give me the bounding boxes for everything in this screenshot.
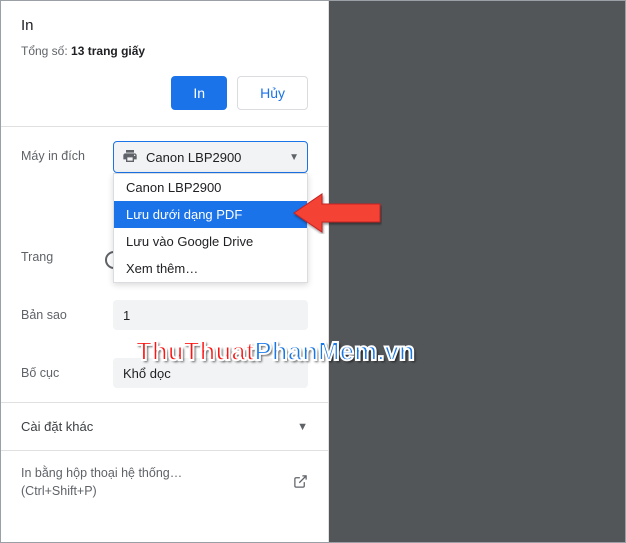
preview-area (329, 1, 625, 542)
panel-header: In Tổng số: 13 trang giấy (1, 1, 328, 70)
watermark: ThuThuatPhanMem.vn (136, 336, 415, 367)
dropdown-option-canon[interactable]: Canon LBP2900 (114, 174, 307, 201)
destination-label: Máy in đích (21, 141, 113, 163)
annotation-arrow (292, 192, 382, 237)
print-panel: In Tổng số: 13 trang giấy In Hủy Máy in … (1, 1, 329, 542)
window: In Tổng số: 13 trang giấy In Hủy Máy in … (0, 0, 626, 543)
total-value: 13 trang giấy (71, 44, 145, 58)
printer-icon (122, 148, 138, 167)
watermark-part1: ThuThuat (136, 336, 254, 366)
layout-value: Khổ dọc (123, 366, 171, 381)
system-dialog-text: In bằng hộp thoại hệ thống… (Ctrl+Shift+… (21, 465, 182, 500)
dropdown-option-save-pdf[interactable]: Lưu dưới dạng PDF (114, 201, 307, 228)
destination-select[interactable]: Canon LBP2900 ▼ (113, 141, 308, 173)
dropdown-caret-icon: ▼ (289, 152, 299, 163)
print-button[interactable]: In (171, 76, 227, 110)
system-dialog-label: In bằng hộp thoại hệ thống… (21, 466, 182, 480)
destination-dropdown: Canon LBP2900 Lưu dưới dạng PDF Lưu vào … (113, 173, 308, 283)
dropdown-option-google-drive[interactable]: Lưu vào Google Drive (114, 228, 307, 255)
layout-label: Bố cục (21, 358, 113, 380)
destination-selected: Canon LBP2900 (146, 150, 241, 165)
more-settings-label: Cài đặt khác (21, 419, 93, 434)
action-buttons: In Hủy (1, 70, 328, 126)
cancel-button[interactable]: Hủy (237, 76, 308, 110)
destination-row: Máy in đích Canon LBP2900 ▼ Canon LBP290… (1, 127, 328, 187)
chevron-down-icon: ▼ (297, 421, 308, 433)
more-settings-toggle[interactable]: Cài đặt khác ▼ (1, 403, 328, 450)
system-dialog-shortcut: (Ctrl+Shift+P) (21, 484, 97, 498)
copies-input[interactable] (113, 300, 308, 330)
copies-label: Bản sao (21, 300, 113, 322)
system-dialog-row[interactable]: In bằng hộp thoại hệ thống… (Ctrl+Shift+… (1, 451, 328, 514)
total-pages: Tổng số: 13 trang giấy (21, 44, 308, 58)
pages-label: Trang (21, 242, 105, 264)
dropdown-option-see-more[interactable]: Xem thêm… (114, 255, 307, 282)
external-link-icon (293, 474, 308, 492)
watermark-part2: PhanMem.vn (254, 336, 414, 366)
dialog-title: In (21, 17, 308, 34)
total-label: Tổng số: (21, 44, 68, 58)
